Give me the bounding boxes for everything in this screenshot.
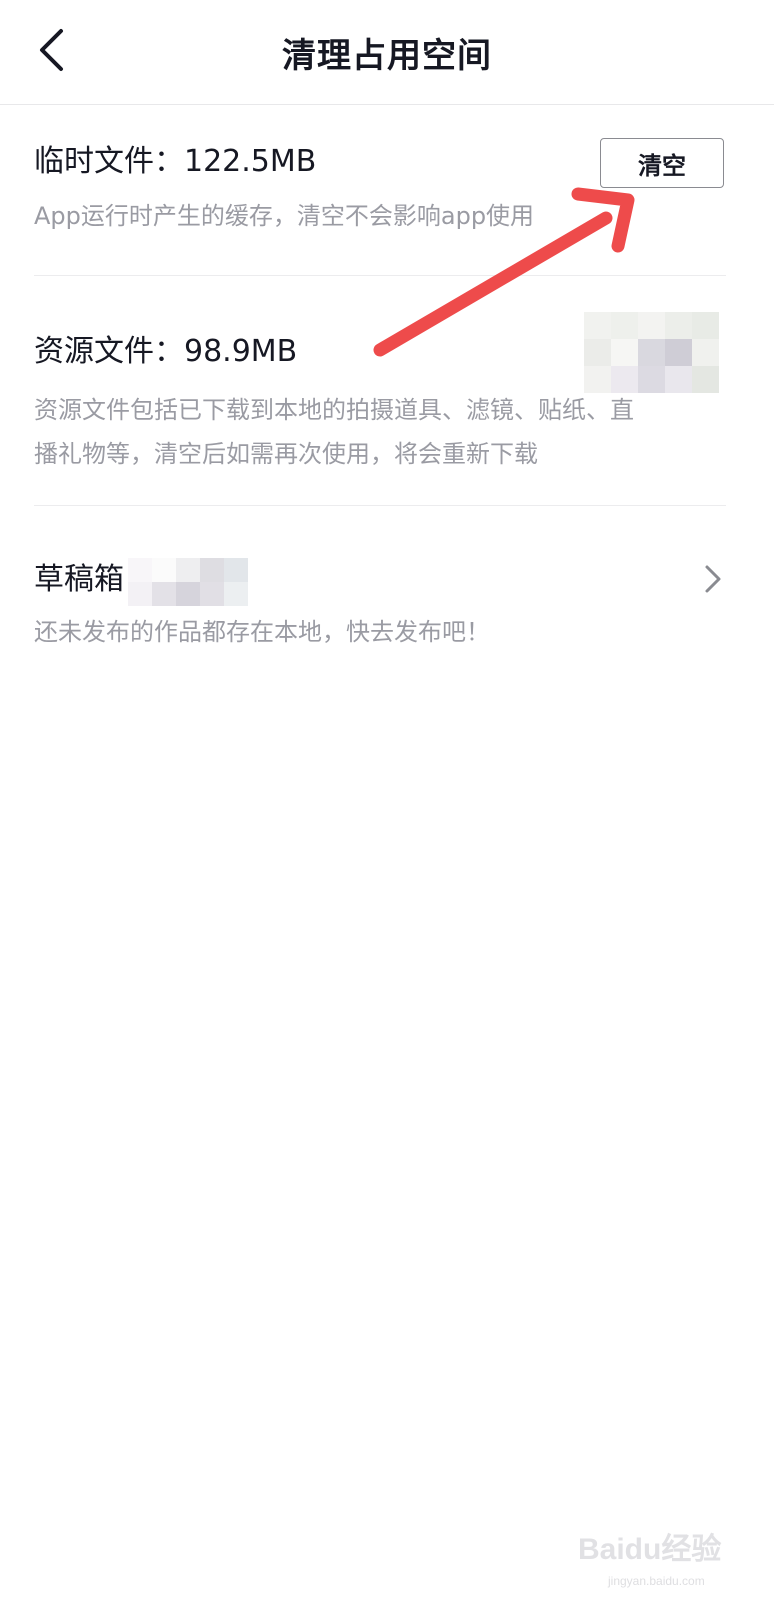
chevron-right-icon[interactable]: [700, 564, 726, 594]
resource-files-description-line2: 播礼物等，清空后如需再次使用，将会重新下载: [34, 440, 538, 468]
temp-files-description: App运行时产生的缓存，清空不会影响app使用: [34, 202, 535, 230]
resource-files-description-line1: 资源文件包括已下载到本地的拍摄道具、滤镜、贴纸、直: [34, 396, 634, 424]
page-title: 清理占用空间: [282, 36, 492, 76]
blurred-region: [128, 558, 272, 606]
section-divider: [34, 505, 726, 506]
watermark-logo: Baidu经验: [578, 1533, 722, 1566]
blurred-region: [584, 312, 719, 393]
watermark-url: jingyan.baidu.com: [608, 1574, 705, 1588]
nav-header: 清理占用空间: [0, 0, 774, 105]
clear-temp-files-button[interactable]: 清空: [600, 138, 724, 188]
section-divider: [34, 275, 726, 276]
drafts-description: 还未发布的作品都存在本地，快去发布吧！: [34, 618, 490, 646]
